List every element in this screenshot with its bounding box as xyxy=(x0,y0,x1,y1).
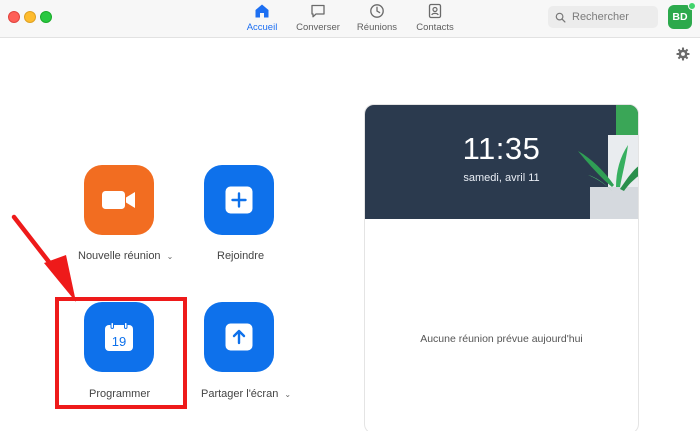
tab-contacts-label: Contacts xyxy=(416,22,454,33)
share-screen-label: Partager l'écran ⌄ xyxy=(201,388,292,400)
no-meetings-message: Aucune réunion prévue aujourd'hui xyxy=(420,333,583,345)
tab-meetings-label: Réunions xyxy=(356,22,398,33)
clock-banner: 11:35 samedi, avril 11 xyxy=(365,105,638,219)
title-bar: Accueil Converser Réunions Contacts Rech… xyxy=(0,0,700,38)
join-label: Rejoindre xyxy=(217,250,265,262)
gear-icon[interactable] xyxy=(676,47,690,61)
red-arrow-icon xyxy=(11,214,76,302)
new-meeting-button[interactable] xyxy=(84,165,154,235)
share-screen-dropdown-icon[interactable]: ⌄ xyxy=(284,390,291,399)
search-icon xyxy=(555,12,566,23)
tab-home[interactable]: Accueil xyxy=(232,3,292,33)
new-meeting-label: Nouvelle réunion ⌄ xyxy=(78,250,174,262)
share-screen-icon xyxy=(225,323,253,351)
zoom-window-button[interactable] xyxy=(40,11,52,23)
tab-home-label: Accueil xyxy=(246,22,278,33)
tab-chat[interactable]: Converser xyxy=(288,3,348,33)
video-camera-icon xyxy=(102,191,135,209)
tab-chat-label: Converser xyxy=(296,22,340,33)
clock-icon xyxy=(370,4,384,18)
highlight-box xyxy=(55,297,187,409)
join-button[interactable] xyxy=(204,165,274,235)
close-window-button[interactable] xyxy=(8,11,20,23)
current-time: 11:35 xyxy=(462,131,541,166)
search-placeholder: Rechercher xyxy=(572,11,629,23)
upcoming-meetings-panel: 11:35 samedi, avril 11 Aucune réunion pr… xyxy=(364,104,639,431)
chat-bubble-icon xyxy=(311,4,325,18)
current-date: samedi, avril 11 xyxy=(463,172,540,184)
contacts-icon xyxy=(428,3,442,19)
share-screen-button[interactable] xyxy=(204,302,274,372)
search-box[interactable]: Rechercher xyxy=(548,6,658,28)
online-status-dot xyxy=(688,2,696,10)
minimize-window-button[interactable] xyxy=(24,11,36,23)
new-meeting-dropdown-icon[interactable]: ⌄ xyxy=(167,252,174,261)
home-icon xyxy=(255,4,269,18)
plus-box-icon xyxy=(225,186,253,214)
tab-meetings[interactable]: Réunions xyxy=(347,3,407,33)
tab-contacts[interactable]: Contacts xyxy=(405,3,465,33)
